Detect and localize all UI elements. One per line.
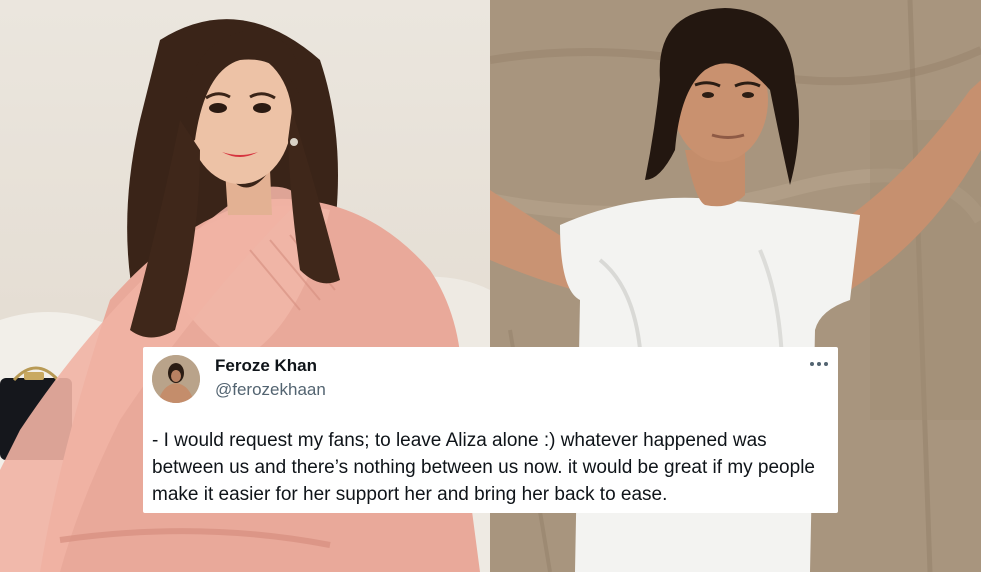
profile-avatar-icon bbox=[152, 355, 200, 403]
more-horizontal-icon bbox=[810, 362, 828, 366]
tweet-card: Feroze Khan @ferozekhaan - I would reque… bbox=[143, 347, 838, 513]
author-handle[interactable]: @ferozekhaan bbox=[215, 380, 326, 400]
author-avatar[interactable] bbox=[152, 355, 200, 403]
author-display-name[interactable]: Feroze Khan bbox=[215, 356, 317, 376]
tweet-text: - I would request my fans; to leave Aliz… bbox=[152, 430, 815, 505]
more-options-button[interactable] bbox=[808, 353, 830, 375]
